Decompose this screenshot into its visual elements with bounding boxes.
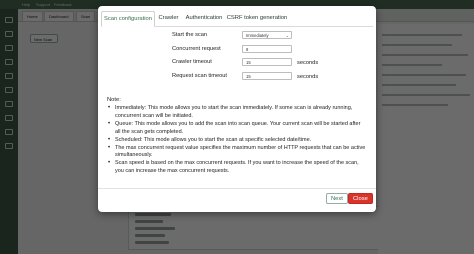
request-scan-timeout-unit: seconds (297, 74, 319, 80)
note-section: Note: Immediately: This mode allows you … (101, 97, 373, 185)
request-scan-timeout-label: Request scan timeout (172, 73, 228, 79)
crawler-timeout-unit: seconds (297, 60, 319, 66)
start-scan-label: Start the scan (172, 32, 208, 38)
note-item-scheduled: Scheduled: This mode allows you to start… (108, 137, 366, 145)
note-item-immediately: Immediately: This mode allows you to sta… (108, 105, 366, 121)
scan-config-form: Start the scan Immediately ⌄ Concurrent … (98, 6, 376, 80)
start-scan-selected-value: Immediately (246, 33, 269, 38)
scan-settings-modal: Scan configuration Crawler Authenticatio… (98, 6, 376, 212)
note-title: Note: (107, 97, 121, 103)
note-item-queue: Queue: This mode allows you to add the s… (108, 121, 366, 137)
start-scan-select[interactable]: Immediately ⌄ (242, 31, 292, 39)
close-button[interactable]: Close (348, 193, 373, 204)
note-item-max-concurrent: The max concurrent request value specifi… (108, 145, 366, 161)
crawler-timeout-input[interactable]: 15 (242, 58, 292, 66)
concurrent-request-label: Concurrent request (172, 46, 221, 52)
crawler-timeout-label: Crawler timeout (172, 59, 212, 65)
request-scan-timeout-input[interactable]: 15 (242, 72, 292, 80)
next-button[interactable]: Next (326, 193, 348, 204)
modal-footer-divider (98, 188, 376, 189)
chevron-down-icon: ⌄ (285, 33, 289, 38)
note-item-scan-speed: Scan speed is based on the max concurren… (108, 160, 366, 176)
concurrent-request-input[interactable]: 8 (242, 45, 292, 53)
note-list: Immediately: This mode allows you to sta… (108, 105, 366, 176)
